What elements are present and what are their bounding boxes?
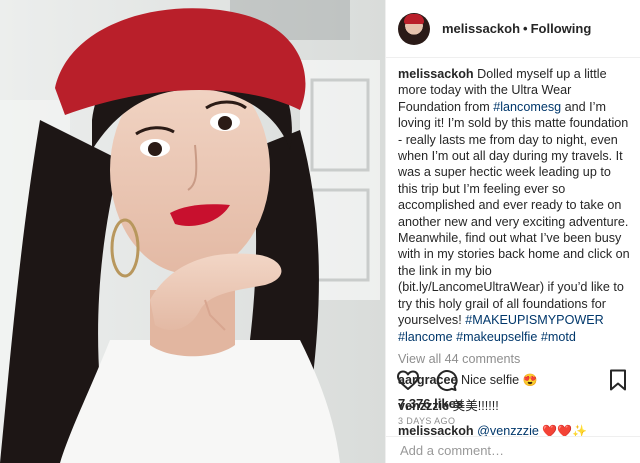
selfie-illustration xyxy=(0,0,385,463)
post-sidebar: melissackoh • Following melissackoh Dolled… xyxy=(386,0,640,463)
caption: melissackoh Dolled myself up a little mo… xyxy=(398,66,630,345)
hashtag-link[interactable]: #motd xyxy=(541,330,576,344)
bookmark-icon[interactable] xyxy=(606,368,630,392)
view-all-comments-link[interactable]: View all 44 comments xyxy=(398,351,630,367)
following-button[interactable]: Following xyxy=(531,21,592,36)
heart-outline-icon[interactable] xyxy=(396,368,420,392)
post-photo[interactable] xyxy=(0,0,386,463)
header-text: melissackoh • Following xyxy=(442,21,591,36)
caption-text: and I’m loving it! I’m sold by this matt… xyxy=(398,99,630,328)
hashtag-link[interactable]: #makeupselfie xyxy=(456,330,537,344)
instagram-post: melissackoh • Following melissackoh Dolled… xyxy=(0,0,640,463)
header-separator: • xyxy=(523,21,528,36)
caption-username[interactable]: melissackoh xyxy=(398,67,474,81)
hashtag-link[interactable]: #lancomesg xyxy=(493,100,561,114)
likes-count[interactable]: 7,376 likes xyxy=(398,396,463,411)
hashtag-link[interactable]: #MAKEUPISMYPOWER xyxy=(465,313,604,327)
header-username[interactable]: melissackoh xyxy=(442,21,520,36)
comment-bubble-icon[interactable] xyxy=(434,368,458,392)
avatar[interactable] xyxy=(398,12,430,45)
action-bar xyxy=(396,368,630,392)
add-comment-bar xyxy=(386,436,640,463)
post-header: melissackoh • Following xyxy=(386,0,640,58)
post-timestamp: 3 DAYS AGO xyxy=(398,416,456,426)
hashtag-link[interactable]: #lancome xyxy=(398,330,453,344)
add-comment-input[interactable] xyxy=(398,441,628,459)
